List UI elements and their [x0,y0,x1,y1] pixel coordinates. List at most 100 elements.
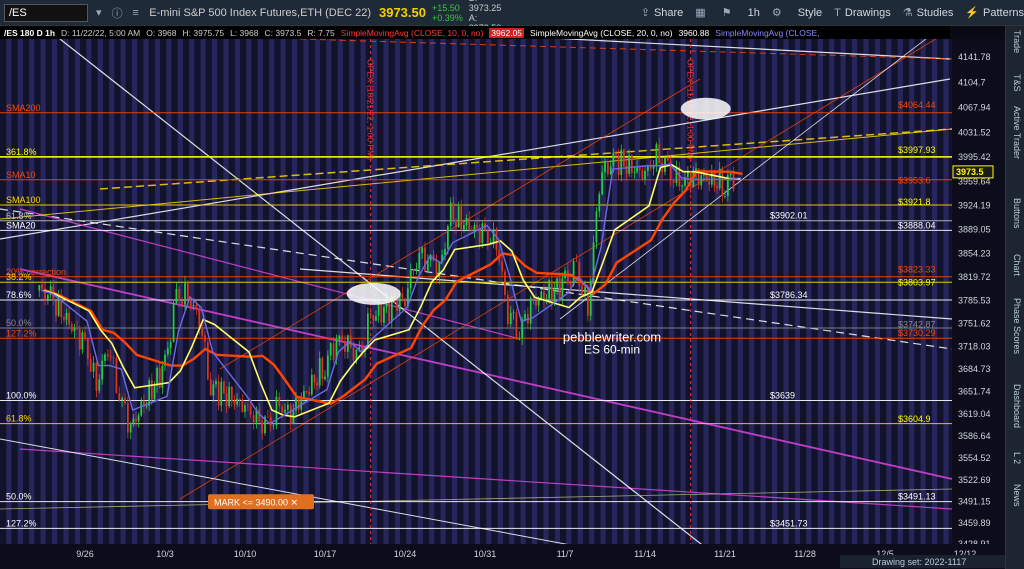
panel-tab[interactable]: Chart [1008,254,1022,276]
settings-button[interactable]: ⚙ [772,6,786,19]
candle-body [217,381,220,406]
candle-body [521,319,524,339]
candle-body [115,358,118,394]
panel-tab[interactable]: T&S [1008,74,1022,92]
highlight-ellipse [680,97,731,120]
session-stripe [886,39,892,544]
candle-body [81,332,84,350]
candle-body [515,312,518,340]
chevron-down-icon[interactable]: ▾ [91,6,106,19]
session-stripe [223,39,229,544]
candle-body [412,269,415,271]
studies-label: Studies [916,6,954,19]
candle-body [444,248,446,255]
candle-body [481,223,484,244]
candle-body [598,194,601,212]
y-tick-label: 4141.78 [958,52,991,62]
candle-body [225,392,228,407]
info-icon[interactable]: ⓘ [109,5,124,21]
candle-body [415,268,418,271]
candle-body [380,303,383,323]
x-tick-label: 10/24 [394,549,417,559]
candle-body [509,312,512,324]
share-button[interactable]: ⇪ Share [641,6,684,20]
candle-body [201,328,204,336]
panel-tab[interactable]: Buttons [1008,198,1022,229]
session-stripe [463,39,469,544]
candle-body [352,347,355,360]
candle-body [55,300,57,316]
style-button[interactable]: Style [798,7,822,19]
studies-button[interactable]: ⚗ Studies [903,6,954,20]
candle-body [104,354,106,361]
candle-body [617,154,620,176]
candle-body [121,398,124,401]
candle-body [220,381,223,406]
y-tick-label: 3522.69 [958,475,991,485]
level-label: 78.6% [6,290,32,300]
candle-body [215,381,217,385]
candle-body [586,287,589,316]
x-tick-label: 10/31 [474,549,497,559]
panel-tab[interactable]: Trade [1008,30,1022,53]
candle-body [65,312,68,320]
candle-body [537,299,540,306]
candle-body [449,202,452,227]
session-stripe [109,39,115,544]
candle-body [124,398,126,404]
last-price: 3973.50 [378,5,426,20]
session-stripe [657,39,663,544]
candle-body [548,280,551,299]
timeframe-button[interactable]: 1h [748,7,760,19]
session-stripe [497,39,503,544]
legend-header: /ES 180 D 1h [4,27,56,38]
y-tick-label: 3889.05 [958,225,991,235]
layout-button[interactable]: ▦ [695,6,709,19]
candle-body [261,421,264,434]
candle-body [206,341,209,380]
x-tick-label: 11/28 [794,549,816,559]
candle-body [675,166,678,184]
price-label: $3491.13 [898,491,936,501]
last-price-label: 3973.5 [956,167,984,177]
symbol-input[interactable] [4,3,88,22]
candle-body [192,304,195,307]
panel-tab[interactable]: Phase Scores [1008,298,1022,354]
list-icon[interactable]: ≡ [128,7,143,19]
gear-icon: ⚙ [771,7,782,19]
candle-body [452,202,455,221]
candle-body [556,278,558,288]
drawings-button[interactable]: T Drawings [834,7,891,19]
price-label: $3803.97 [898,278,936,288]
flag-button[interactable]: ⚑ [722,6,736,19]
panel-tab[interactable]: Dashboard [1008,384,1022,428]
candle-body [313,374,316,383]
candle-body [60,295,63,318]
candle-body [724,195,726,197]
patterns-label: Patterns [983,6,1024,19]
candle-body [106,354,109,357]
candle-body [460,206,463,230]
session-stripe [63,39,69,544]
panel-tab[interactable]: News [1008,484,1022,507]
patterns-button[interactable]: ⚡ Patterns [965,6,1024,20]
panel-tab[interactable]: L 2 [1008,452,1022,464]
session-stripe [486,39,492,544]
session-stripe [749,39,755,544]
panel-tab[interactable]: Active Trader [1008,106,1022,159]
session-stripe [97,39,103,544]
candle-body [716,186,718,189]
candle-body [278,396,281,407]
candle-body [286,404,289,410]
candle-body [73,327,76,332]
candle-body [529,298,532,324]
price-label: $3823.33 [898,265,936,275]
candle-body [266,416,269,418]
level-label: 61.8% [6,211,32,221]
price-label: $3953.6 [898,175,931,185]
candle-body [572,261,575,286]
price-chart[interactable]: SMA200361.8%SMA10SMA10061.8%SMA2020% cor… [0,39,1006,569]
candle-body [504,271,506,295]
drawing-set-label: Drawing set: 2022-1117 [872,557,966,567]
candle-body [550,280,553,304]
